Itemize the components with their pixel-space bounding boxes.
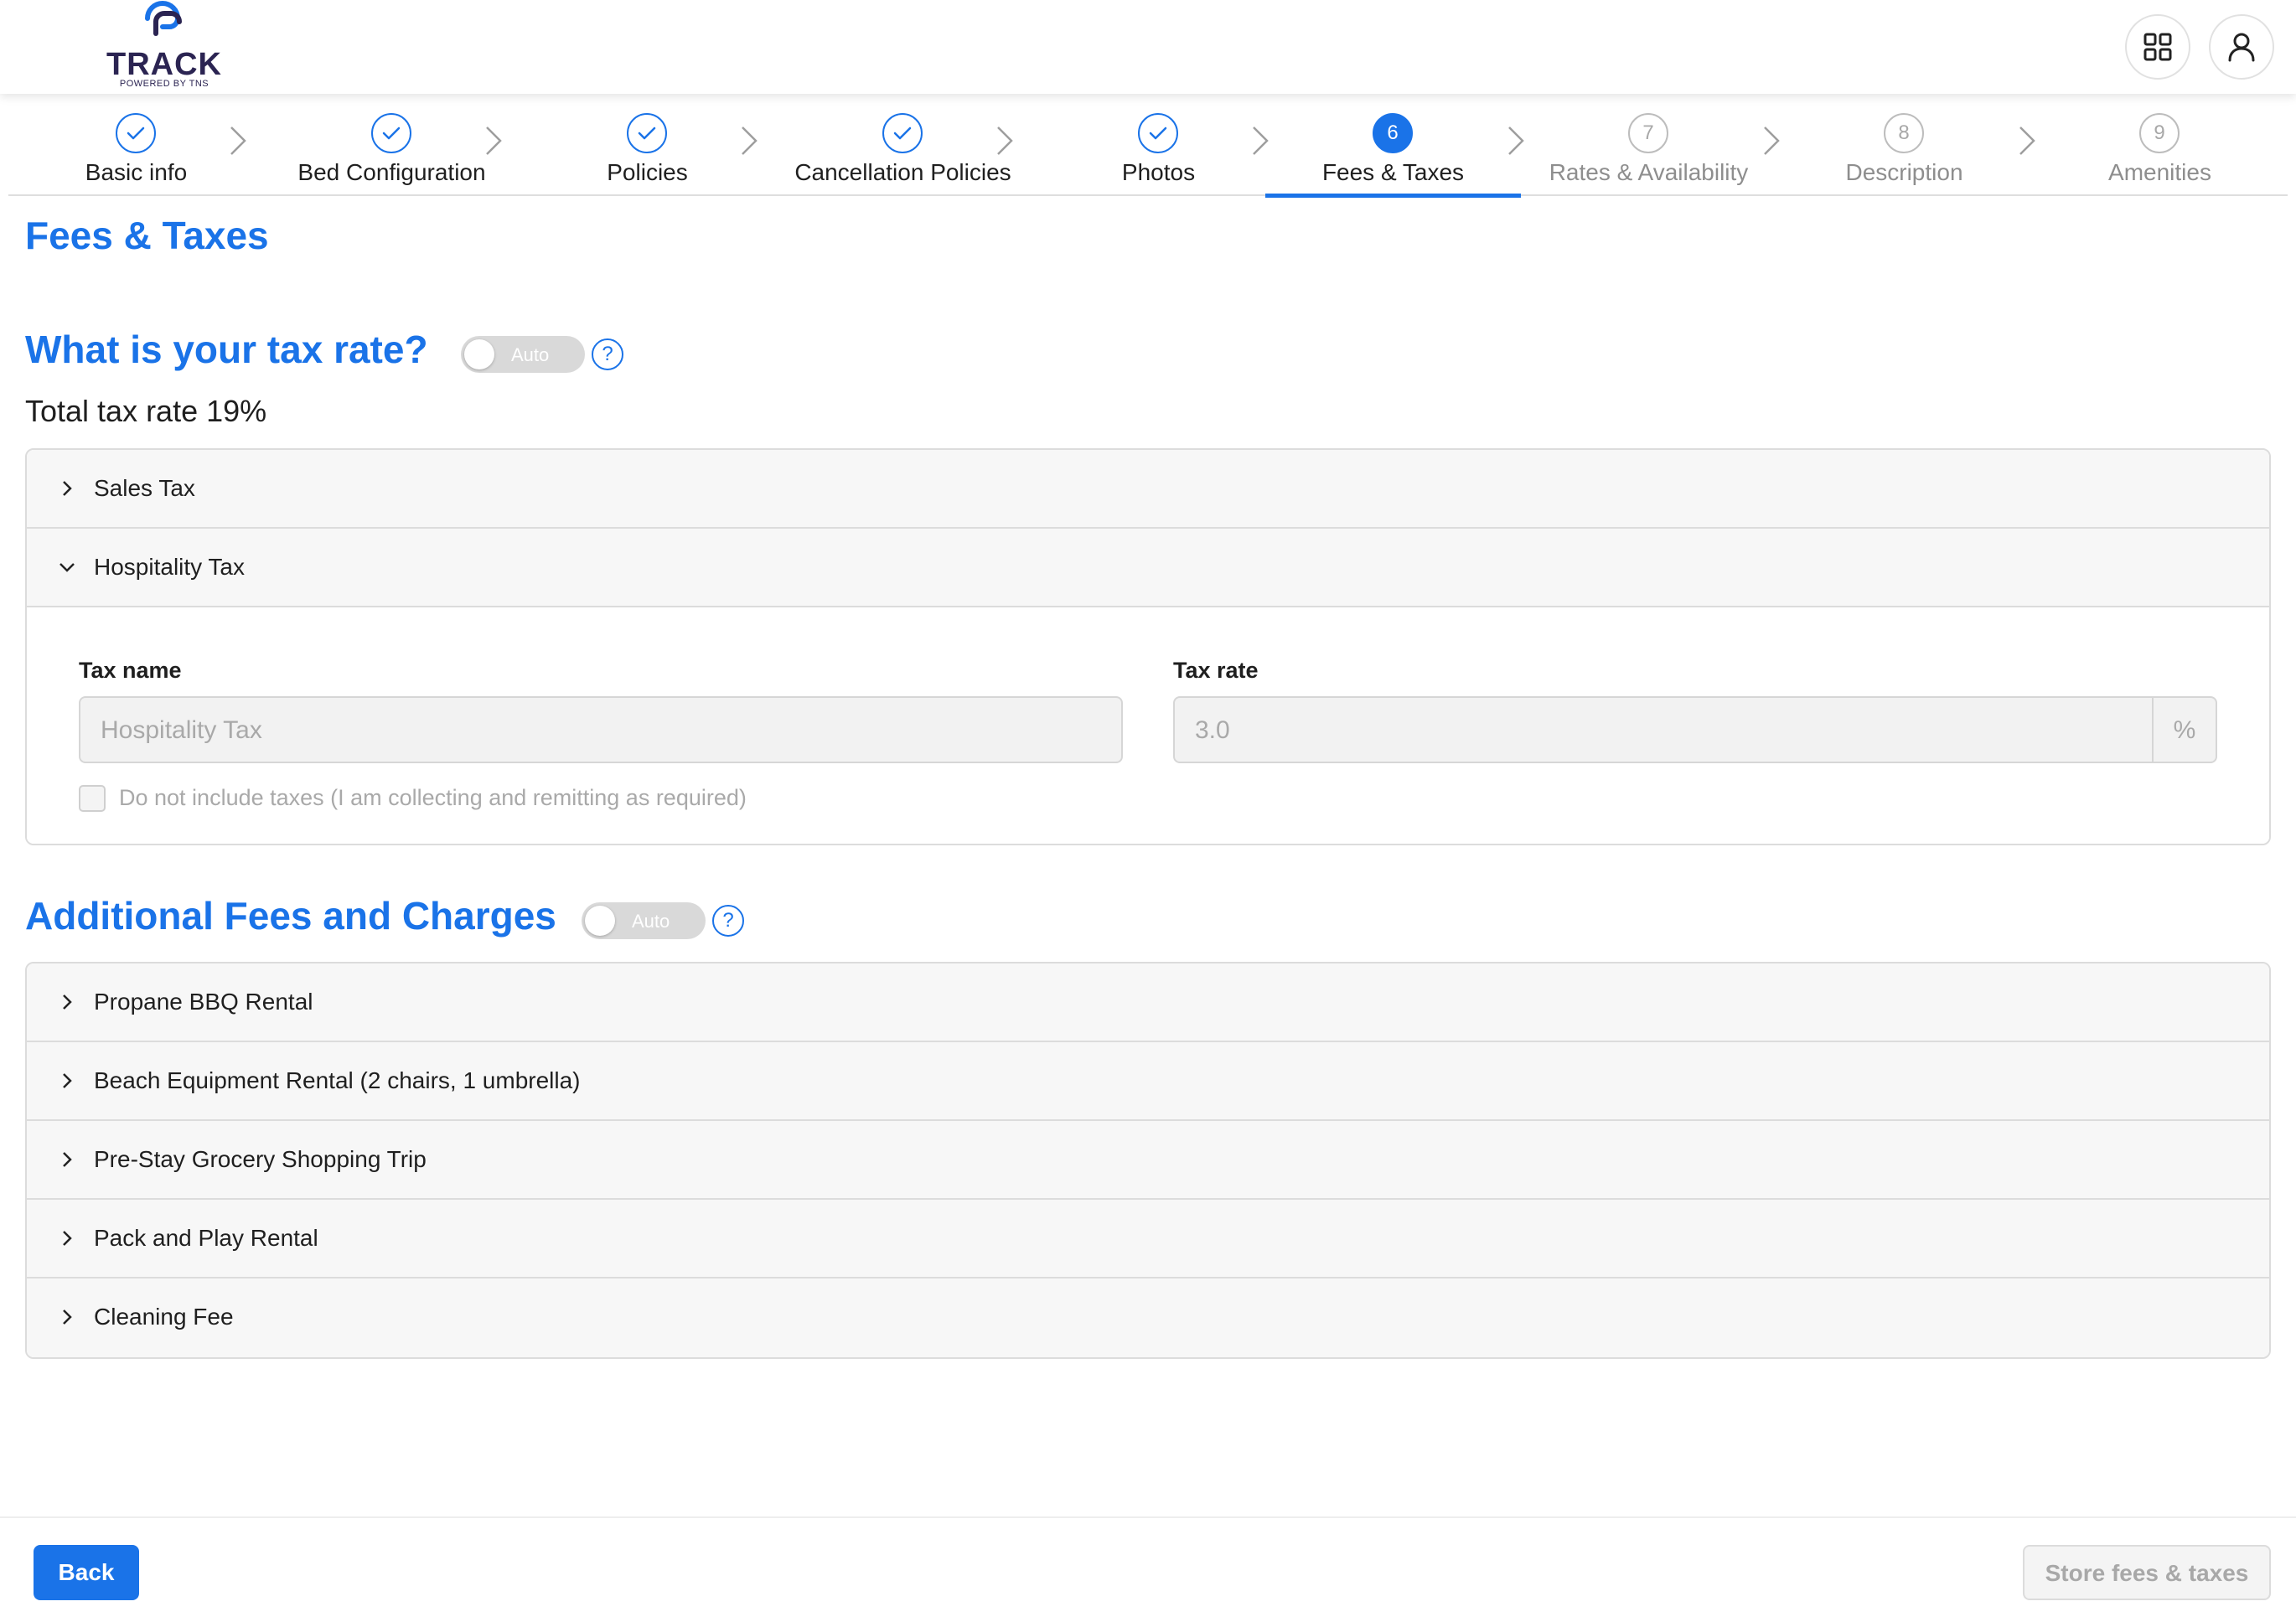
step-number: 9 xyxy=(2139,113,2180,153)
chevron-right-icon xyxy=(63,994,72,1010)
chevron-right-icon xyxy=(1253,127,1269,155)
user-menu-button[interactable] xyxy=(2209,14,2274,80)
tax-accordion: Sales Tax Hospitality Tax Tax name Hospi… xyxy=(25,448,2271,845)
tax-rate-heading: What is your tax rate? xyxy=(25,328,428,371)
step-cancellation-policies[interactable]: Cancellation Policies xyxy=(775,94,1031,196)
step-label: Description xyxy=(1845,159,1963,185)
additional-fees-heading: Additional Fees and Charges xyxy=(25,894,556,938)
chevron-right-icon xyxy=(1764,127,1780,155)
accordion-label: Propane BBQ Rental xyxy=(94,989,313,1015)
step-label: Rates & Availability xyxy=(1549,159,1749,185)
exclude-taxes-checkbox[interactable] xyxy=(79,785,106,812)
step-label: Bed Configuration xyxy=(297,159,486,185)
track-logo[interactable]: TRACK POWERED BY TNS xyxy=(106,0,223,92)
active-step-underline xyxy=(1265,194,1521,198)
step-label: Cancellation Policies xyxy=(794,159,1011,185)
tax-rate-label: Tax rate xyxy=(1173,658,1259,683)
total-tax-rate: Total tax rate 19% xyxy=(25,394,267,428)
accordion-label: Pack and Play Rental xyxy=(94,1225,318,1251)
chevron-right-icon xyxy=(230,127,246,155)
help-icon[interactable]: ? xyxy=(712,905,744,937)
grid-icon xyxy=(2143,33,2172,61)
step-fees-taxes[interactable]: 6 Fees & Taxes xyxy=(1265,94,1521,198)
toggle-label: Auto xyxy=(632,911,670,932)
step-rates-availability[interactable]: 7 Rates & Availability xyxy=(1521,94,1776,196)
step-description[interactable]: 8 Description xyxy=(1776,94,2032,196)
step-label: Fees & Taxes xyxy=(1321,159,1465,185)
toggle-label: Auto xyxy=(511,344,550,365)
tax-name-input[interactable]: Hospitality Tax xyxy=(79,696,1123,763)
exclude-taxes-label: Do not include taxes (I am collecting an… xyxy=(119,785,747,810)
accordion-label: Beach Equipment Rental (2 chairs, 1 umbr… xyxy=(94,1067,581,1093)
accordion-label: Pre-Stay Grocery Shopping Trip xyxy=(94,1146,427,1172)
step-check-icon xyxy=(627,113,667,153)
chevron-right-icon xyxy=(1508,127,1524,155)
chevron-right-icon xyxy=(63,481,72,496)
step-check-icon xyxy=(116,113,156,153)
accordion-label: Hospitality Tax xyxy=(94,554,246,580)
step-number: 8 xyxy=(1884,113,1924,153)
tax-rate-input[interactable]: 3.0 xyxy=(1173,696,2154,763)
step-check-icon xyxy=(371,113,411,153)
chevron-right-icon xyxy=(63,1152,72,1167)
back-button[interactable]: Back xyxy=(34,1545,139,1600)
chevron-right-icon xyxy=(2019,127,2035,155)
accordion-item-hospitality-tax[interactable]: Hospitality Tax xyxy=(27,529,2269,607)
accordion-item-fee[interactable]: Beach Equipment Rental (2 chairs, 1 umbr… xyxy=(27,1042,2269,1121)
step-label: Basic info xyxy=(85,159,188,185)
chevron-right-icon xyxy=(63,1073,72,1088)
logo-text: TRACK xyxy=(106,47,222,82)
accordion-label: Sales Tax xyxy=(94,475,195,501)
apps-button[interactable] xyxy=(2125,14,2190,80)
step-amenities[interactable]: 9 Amenities xyxy=(2032,94,2288,196)
step-check-icon xyxy=(882,113,923,153)
app-header: TRACK POWERED BY TNS xyxy=(0,0,2296,94)
accordion-item-fee[interactable]: Propane BBQ Rental xyxy=(27,963,2269,1042)
accordion-item-fee[interactable]: Cleaning Fee xyxy=(27,1278,2269,1357)
step-check-icon xyxy=(1138,113,1178,153)
step-label: Policies xyxy=(607,159,688,185)
step-number: 6 xyxy=(1373,113,1413,153)
percent-addon: % xyxy=(2154,696,2217,763)
fees-accordion: Propane BBQ Rental Beach Equipment Renta… xyxy=(25,962,2271,1359)
step-label: Amenities xyxy=(2108,159,2211,185)
tax-auto-toggle[interactable]: Auto xyxy=(461,336,585,373)
logo-subtext: POWERED BY TNS xyxy=(119,79,209,89)
chevron-right-icon xyxy=(486,127,502,155)
chevron-right-icon xyxy=(997,127,1013,155)
footer-bar: Back Store fees & taxes xyxy=(0,1516,2296,1622)
store-fees-taxes-button[interactable]: Store fees & taxes xyxy=(2023,1545,2271,1600)
step-label: Photos xyxy=(1121,159,1196,185)
step-basic-info[interactable]: Basic info xyxy=(8,94,264,196)
toggle-knob xyxy=(464,339,494,369)
chevron-right-icon xyxy=(742,127,758,155)
fees-auto-toggle[interactable]: Auto xyxy=(582,902,706,939)
step-photos[interactable]: Photos xyxy=(1031,94,1286,196)
chevron-right-icon xyxy=(63,1231,72,1246)
step-bed-configuration[interactable]: Bed Configuration xyxy=(264,94,520,196)
chevron-right-icon xyxy=(63,1309,72,1325)
accordion-item-fee[interactable]: Pre-Stay Grocery Shopping Trip xyxy=(27,1121,2269,1200)
step-policies[interactable]: Policies xyxy=(520,94,775,196)
page-title: Fees & Taxes xyxy=(25,214,269,257)
step-number: 7 xyxy=(1628,113,1668,153)
tax-name-label: Tax name xyxy=(79,658,182,683)
logo-mark-icon xyxy=(145,1,182,36)
toggle-knob xyxy=(585,906,615,936)
accordion-item-fee[interactable]: Pack and Play Rental xyxy=(27,1200,2269,1278)
wizard-stepper: Basic info Bed Configuration Policies Ca… xyxy=(8,94,2288,198)
user-icon xyxy=(2228,33,2255,62)
accordion-item-sales-tax[interactable]: Sales Tax xyxy=(27,450,2269,529)
help-icon[interactable]: ? xyxy=(592,338,623,370)
accordion-label: Cleaning Fee xyxy=(94,1304,234,1330)
chevron-down-icon xyxy=(59,563,75,572)
hospitality-tax-form: Tax name Hospitality Tax Tax rate 3.0 % … xyxy=(27,607,2269,844)
